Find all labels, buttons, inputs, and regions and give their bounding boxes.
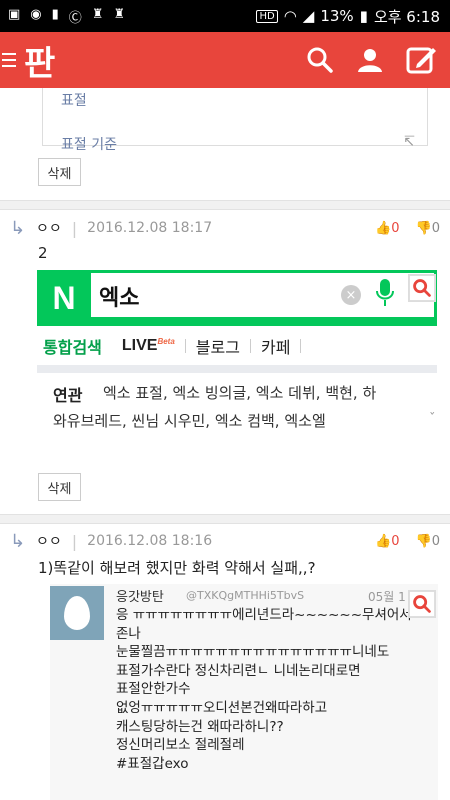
wifi-icon: ◠ — [283, 7, 297, 25]
expand-icon: ˇ — [429, 412, 436, 427]
tweet-handle: @TXKQgMTHHi5TbvS — [186, 589, 305, 602]
upvote-button[interactable]: 👍0 — [375, 221, 399, 236]
image-zoom-icon[interactable] — [408, 274, 436, 302]
comment-header: ↳ ㅇㅇ | 2016.12.08 18:16 👍0 👎0 — [10, 530, 440, 552]
comment-text: 1)똑같이 해보려 했지만 화력 약해서 실패,,? — [38, 559, 316, 577]
tweet-date: 05월 1 — [368, 590, 406, 604]
tweet-line: 존나 — [116, 625, 141, 642]
tweet-body: 응 ㅠㅠㅠㅠㅠㅠㅠㅠ에리년드라~~~~~~무셔어서 존나 눈물찔끔ㅠㅠㅠㅠㅠㅠㅠ… — [116, 606, 412, 773]
related-line-2: 와유브레드, 씬님 시우민, 엑소 컴백, 엑소엘 — [53, 412, 326, 430]
tweet-line: 표절가수란다 정신차리련ㄴ 니네논리대로면 — [116, 662, 361, 679]
link-preview-card[interactable]: 표절 표절 기준 ↸ — [42, 88, 428, 153]
beta-badge: Beta — [157, 337, 175, 346]
comment-header: ↳ ㅇㅇ | 2016.12.08 18:17 👍0 👎0 — [10, 217, 440, 239]
comment-author[interactable]: ㅇㅇ — [36, 531, 62, 551]
status-bar: ▣ ◉ ▮ Ⓒ ♜ ♜ HD ◠ ◢ 13% ▮ 오후 6:18 — [0, 0, 450, 32]
related-label: 연관 — [53, 386, 83, 405]
tweet-author: 응갓방탄 — [116, 590, 164, 605]
search-icon[interactable] — [306, 46, 334, 74]
naver-tabs: 통합검색 LIVEBeta 블로그 카페 — [37, 328, 437, 364]
downvote-button[interactable]: 👎0 — [416, 221, 440, 236]
naver-query: 엑소 — [99, 286, 140, 311]
delete-button[interactable]: 삭제 — [38, 473, 81, 501]
naver-tab-blog: 블로그 — [195, 338, 240, 357]
naver-tab-cafe: 카페 — [260, 338, 291, 357]
reply-arrow-icon: ↳ — [10, 530, 26, 552]
tweet-line: 정신머리보소 절레절레 — [116, 737, 245, 754]
app-logo[interactable]: 판 — [24, 36, 55, 85]
notification-icon: ◉ — [30, 6, 42, 22]
naver-tab-live-label: LIVE — [121, 337, 158, 354]
separator: | — [71, 218, 78, 238]
tweet-line: 없엉ㅠㅠㅠㅠㅠ오디션본건왜따라하고 — [116, 699, 328, 716]
reply-arrow-icon: ↳ — [10, 217, 26, 239]
related-line-1: 엑소 표절, 엑소 빙의글, 엑소 데뷔, 백현, 하 — [103, 384, 377, 402]
comment-image-tweet[interactable]: 응갓방탄 @TXKQgMTHHi5TbvS 05월 1 응 ㅠㅠㅠㅠㅠㅠㅠㅠ에리… — [50, 584, 438, 800]
downvote-button[interactable]: 👎0 — [416, 534, 440, 549]
comment-list: 표절 표절 기준 ↸ 삭제 ↳ ㅇㅇ | 2016.12.08 18:17 👍0… — [0, 88, 450, 800]
battery-percent: 13% — [320, 7, 354, 25]
comment-date: 2016.12.08 18:17 — [87, 220, 213, 236]
comment-author[interactable]: ㅇㅇ — [36, 218, 62, 238]
collapse-icon[interactable]: ↸ — [403, 134, 415, 150]
preview-subtitle: 표절 기준 — [61, 137, 117, 153]
app-bar: 판 — [0, 32, 450, 88]
thumbs-down-icon: 👎 — [415, 220, 432, 236]
preview-title: 표절 — [61, 93, 87, 109]
tweet-line: 응 ㅠㅠㅠㅠㅠㅠㅠㅠ에리년드라~~~~~~무셔어서 — [116, 607, 412, 623]
thumbs-up-icon: 👍 — [375, 533, 392, 549]
user-icon[interactable] — [356, 46, 384, 74]
naver-gray-band — [37, 365, 437, 373]
app-icon-2: ♜ — [113, 6, 126, 22]
tweet-line: 눈물찔끔ㅠㅠㅠㅠㅠㅠㅠㅠㅠㅠㅠㅠㅠㅠㅠ니네도 — [116, 644, 390, 661]
upvote-count: 0 — [391, 220, 400, 236]
naver-tab-all: 통합검색 — [43, 338, 102, 357]
clear-icon: × — [341, 285, 361, 305]
tweet-line: #표절갑exo — [116, 755, 189, 772]
app-icon: ♜ — [91, 6, 104, 22]
thumbs-up-icon: 👍 — [375, 220, 392, 236]
menu-icon[interactable] — [0, 49, 22, 71]
tweet-line: 표절안한가수 — [116, 681, 191, 698]
hd-badge: HD — [256, 9, 278, 23]
microphone-icon — [376, 279, 394, 306]
message-icon: ▣ — [8, 6, 21, 22]
battery-icon: ▮ — [359, 7, 368, 25]
thumbs-down-icon: 👎 — [415, 533, 432, 549]
avatar — [50, 586, 104, 640]
separator: | — [71, 531, 78, 551]
write-icon[interactable] — [406, 46, 438, 74]
divider — [0, 200, 450, 210]
signal-icon: ◢ — [302, 7, 315, 25]
comment-date: 2016.12.08 18:16 — [87, 533, 213, 549]
image-zoom-icon[interactable] — [408, 590, 436, 618]
app-c-icon: Ⓒ — [68, 10, 82, 26]
comment-text: 2 — [38, 244, 48, 262]
tab-divider — [300, 339, 302, 353]
delete-button[interactable]: 삭제 — [38, 158, 81, 186]
clock: 오후 6:18 — [373, 7, 440, 26]
comment-image-naver[interactable]: N 엑소 × 통합검색 LIVEBeta 블로그 카페 연관 엑소 표절, 엑소… — [37, 270, 437, 460]
upvote-count: 0 — [391, 533, 400, 549]
downvote-count: 0 — [431, 533, 440, 549]
naver-tab-live: LIVEBeta — [112, 337, 185, 355]
downvote-count: 0 — [431, 220, 440, 236]
naver-logo: N — [52, 279, 76, 316]
tweet-line: 캐스팅당하는건 왜따라하니?? — [116, 718, 284, 735]
divider — [0, 514, 450, 524]
alert-icon: ▮ — [51, 6, 59, 22]
upvote-button[interactable]: 👍0 — [375, 534, 399, 549]
